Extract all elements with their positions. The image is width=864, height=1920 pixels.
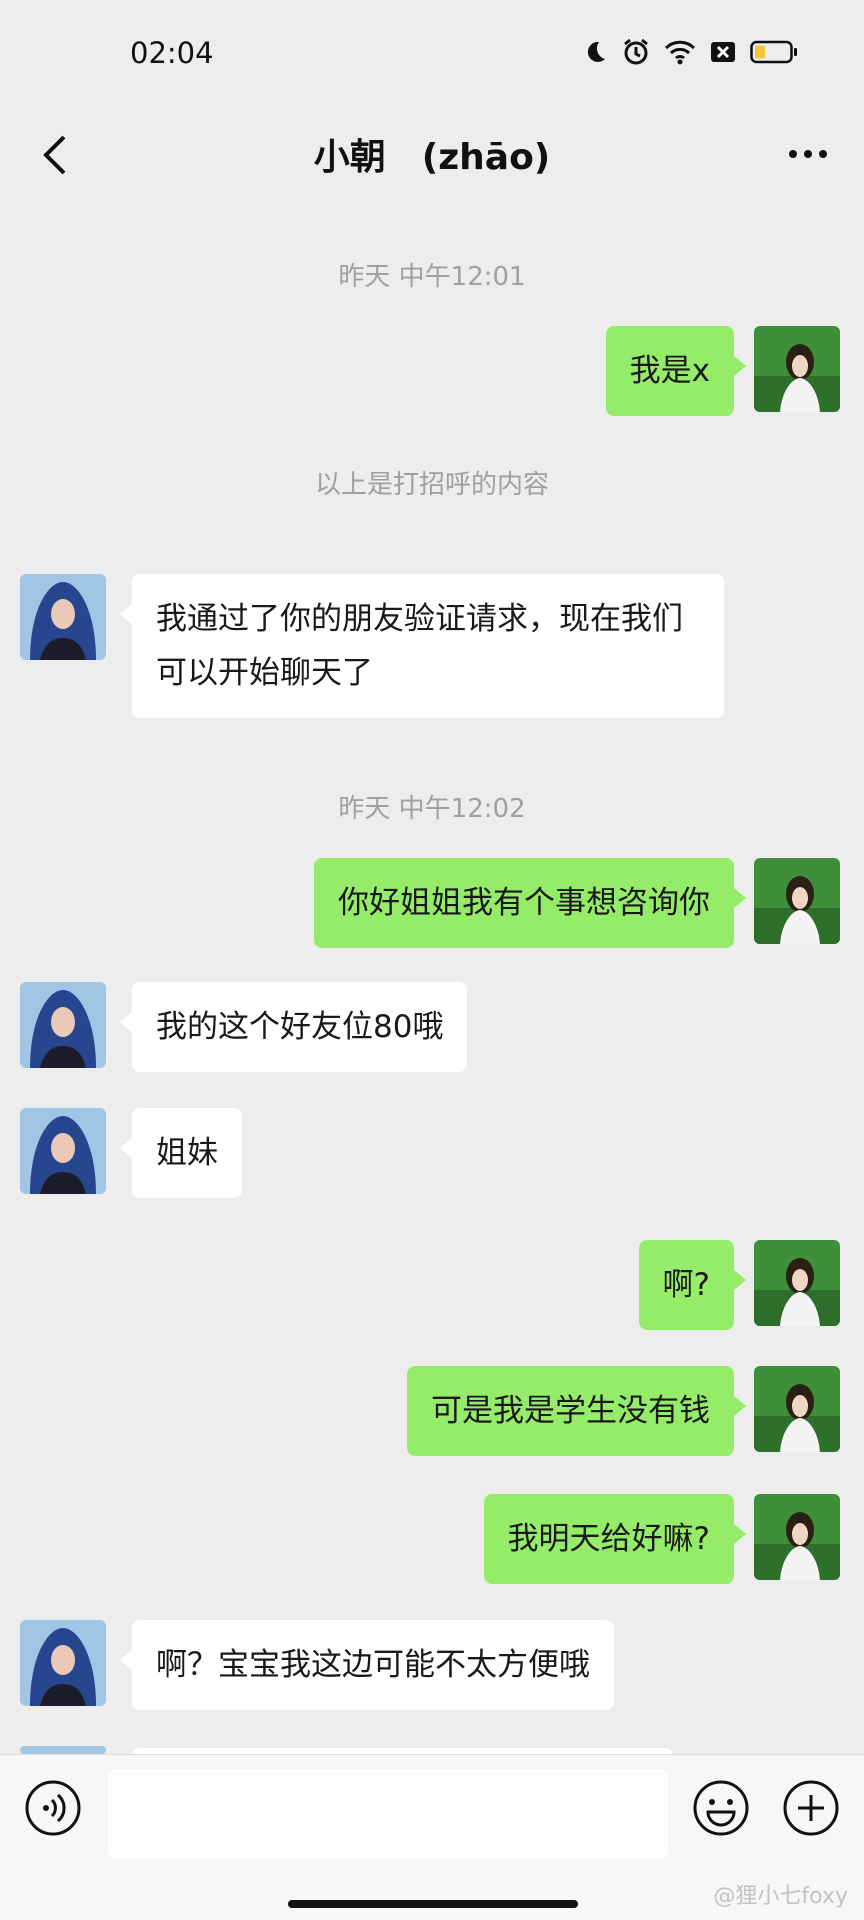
alarm-icon <box>622 38 650 66</box>
emoji-icon <box>693 1780 749 1836</box>
watermark: @狸小七foxy <box>713 1884 848 1909</box>
more-icon <box>789 150 827 158</box>
contact-message-bubble[interactable]: 我通过了你的朋友验证请求，现在我们可以开始聊天了 <box>120 574 724 718</box>
my-message-bubble[interactable]: 你好姐姐我有个事想咨询你 <box>314 858 746 948</box>
input-bar <box>0 1754 864 1875</box>
my-avatar[interactable] <box>754 326 840 412</box>
my-message-bubble[interactable]: 可是我是学生没有钱 <box>407 1366 746 1456</box>
my-message-bubble[interactable]: 啊? <box>638 1240 747 1330</box>
timestamp: 昨天 中午12:01 <box>338 262 526 292</box>
my-avatar[interactable] <box>754 1240 840 1326</box>
my-avatar[interactable] <box>754 1366 840 1452</box>
contact-avatar[interactable] <box>20 1620 106 1706</box>
chat-area[interactable]: 昨天 中午12:01 我是x 以上是打招呼的内容 我通过了你的朋友验证请求，现在… <box>0 202 864 1754</box>
message-input[interactable] <box>108 1769 668 1859</box>
status-icons <box>582 38 798 66</box>
status-bar: 02:04 <box>0 0 864 110</box>
voice-button[interactable] <box>22 1777 84 1839</box>
voice-icon <box>25 1780 81 1836</box>
nav-bar: 小朝 (zhāo) <box>0 110 864 202</box>
more-button[interactable] <box>778 124 838 184</box>
battery-icon <box>750 39 798 65</box>
my-avatar[interactable] <box>754 1494 840 1580</box>
plus-icon <box>783 1780 839 1836</box>
contact-avatar-partial <box>20 1746 106 1754</box>
my-avatar[interactable] <box>754 858 840 944</box>
contact-message-bubble[interactable]: 啊？宝宝我这边可能不太方便哦 <box>120 1620 614 1710</box>
contact-message-bubble[interactable]: 姐妹 <box>120 1108 242 1198</box>
wifi-icon <box>664 39 696 65</box>
my-message-bubble[interactable]: 我是x <box>605 326 747 416</box>
timestamp: 昨天 中午12:02 <box>338 794 526 824</box>
status-time: 02:04 <box>130 36 214 70</box>
emoji-button[interactable] <box>690 1777 752 1839</box>
contact-avatar[interactable] <box>20 1108 106 1194</box>
contact-avatar[interactable] <box>20 574 106 660</box>
chat-title: 小朝 (zhāo) <box>313 137 551 178</box>
my-message-bubble[interactable]: 我明天给好嘛? <box>483 1494 747 1584</box>
no-sim-icon <box>710 39 736 65</box>
plus-button[interactable] <box>780 1777 842 1839</box>
contact-message-bubble[interactable]: 我的这个好友位80哦 <box>119 982 468 1072</box>
system-note: 以上是打招呼的内容 <box>314 470 549 500</box>
moon-icon <box>582 39 608 65</box>
contact-avatar[interactable] <box>20 982 106 1068</box>
home-area: @狸小七foxy <box>0 1874 864 1920</box>
home-indicator[interactable] <box>288 1900 578 1908</box>
